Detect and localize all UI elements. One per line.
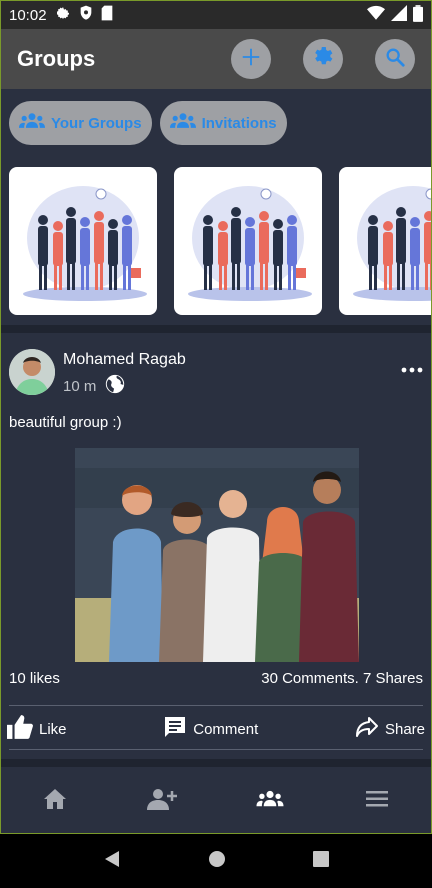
battery-icon — [413, 4, 423, 26]
thumbs-up-icon — [7, 715, 33, 743]
wifi-icon — [367, 5, 385, 25]
comment-button[interactable]: Comment — [163, 715, 258, 743]
section-divider — [1, 759, 431, 767]
nav-groups[interactable] — [240, 777, 300, 825]
more-options-button[interactable] — [401, 361, 423, 379]
post-time: 10 m — [63, 377, 97, 395]
more-horizontal-icon — [401, 361, 423, 378]
divider — [9, 705, 423, 706]
post-stats: 10 likes 30 Comments. 7 Shares — [9, 670, 423, 687]
share-label: Share — [384, 720, 425, 738]
share-button[interactable]: Share — [355, 716, 425, 742]
home-circle-icon[interactable] — [208, 850, 226, 873]
status-bar: 10:02 — [1, 1, 431, 29]
screen: 10:02 Groups Your Groups Invitations Moh… — [0, 0, 432, 834]
post-author[interactable]: Mohamed Ragab — [63, 351, 186, 369]
status-time: 10:02 — [9, 6, 47, 24]
comments-shares-count[interactable]: 30 Comments. 7 Shares — [261, 670, 423, 687]
sd-card-icon — [101, 5, 113, 25]
groups-icon — [256, 790, 284, 813]
your-groups-label: Your Groups — [51, 114, 142, 132]
app-bar: Groups — [1, 29, 431, 89]
recents-icon[interactable] — [312, 850, 329, 872]
group-illustration — [188, 186, 312, 301]
settings-button[interactable] — [303, 39, 343, 79]
group-card[interactable] — [174, 167, 322, 315]
group-filter-chips: Your Groups Invitations — [9, 101, 287, 145]
system-nav-bar — [0, 834, 432, 888]
page-title: Groups — [17, 46, 96, 71]
add-friend-icon — [147, 788, 178, 815]
nav-friend-requests[interactable] — [132, 777, 192, 825]
globe-icon — [104, 373, 126, 399]
shield-icon — [79, 5, 93, 25]
back-icon[interactable] — [103, 850, 121, 873]
menu-icon — [366, 790, 389, 812]
group-illustration — [23, 186, 147, 301]
invitations-label: Invitations — [201, 114, 277, 132]
nav-menu[interactable] — [347, 777, 407, 825]
group-cards-carousel — [9, 167, 431, 315]
search-icon — [384, 46, 406, 73]
divider — [9, 749, 423, 750]
post-actions: Like Comment Share — [7, 711, 425, 747]
home-icon — [43, 788, 67, 815]
group-card[interactable] — [9, 167, 157, 315]
search-button[interactable] — [375, 39, 415, 79]
likes-count[interactable]: 10 likes — [9, 670, 60, 687]
group-card[interactable] — [339, 167, 431, 315]
plus-icon — [240, 46, 262, 73]
like-button[interactable]: Like — [7, 715, 67, 743]
create-group-button[interactable] — [231, 39, 271, 79]
groups-icon — [169, 112, 196, 134]
post-header: Mohamed Ragab 10 m — [9, 349, 423, 399]
section-divider — [1, 325, 431, 333]
invitations-chip[interactable]: Invitations — [159, 101, 287, 145]
signal-icon — [391, 5, 407, 25]
group-illustration — [353, 186, 431, 301]
comment-label: Comment — [193, 720, 259, 738]
gear-icon — [55, 5, 71, 25]
nav-home[interactable] — [25, 777, 85, 825]
bottom-nav — [1, 769, 431, 833]
like-label: Like — [39, 720, 67, 738]
your-groups-chip[interactable]: Your Groups — [9, 101, 152, 145]
groups-icon — [19, 112, 45, 134]
share-arrow-icon — [355, 716, 379, 742]
post-image[interactable] — [75, 448, 359, 662]
comment-icon — [163, 715, 187, 743]
avatar[interactable] — [9, 349, 55, 395]
post-text: beautiful group :) — [9, 414, 122, 431]
gear-icon — [311, 45, 335, 74]
